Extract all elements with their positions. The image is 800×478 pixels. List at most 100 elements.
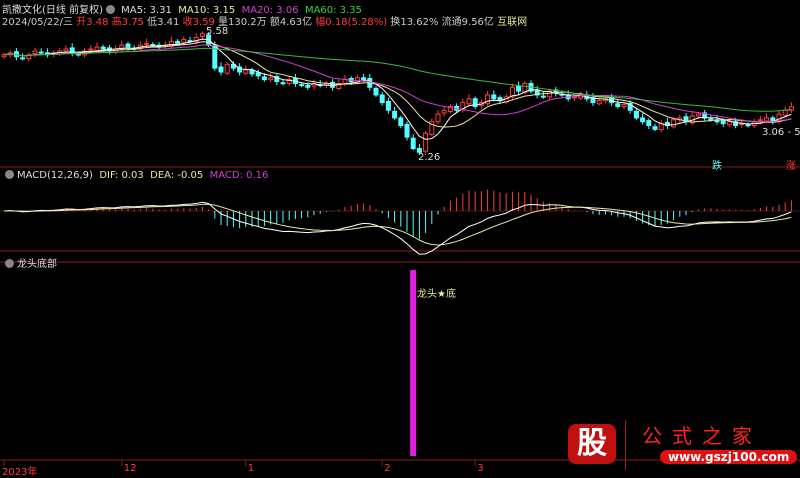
candle <box>125 43 131 48</box>
high-annotation: 5.58 <box>206 26 229 37</box>
quote-line: 2024/05/22/三 开3.48 高3.75 低3.41 收3.59 量13… <box>2 13 527 28</box>
candle <box>621 104 627 107</box>
x-tick-label: 12 <box>123 463 137 474</box>
x-tick-label: 1 <box>247 463 255 474</box>
candle <box>88 48 94 51</box>
candle <box>94 46 100 51</box>
macd-title: MACD(12,26,9) <box>17 170 93 181</box>
low-annotation: 2.26 <box>418 152 441 163</box>
candle <box>646 120 652 127</box>
candle <box>175 40 181 44</box>
candle <box>410 137 416 150</box>
indicator-legend: 龙头底部 <box>2 255 57 270</box>
watermark-name: 公式之家 <box>642 424 762 448</box>
candle <box>485 94 491 105</box>
candle <box>516 85 522 92</box>
candle <box>764 117 770 122</box>
candle <box>392 110 398 119</box>
candle <box>745 124 751 127</box>
candle <box>181 38 187 43</box>
candle <box>652 126 658 130</box>
candle <box>299 84 305 87</box>
low: 3.41 <box>157 17 180 28</box>
candle <box>385 100 391 111</box>
candle <box>466 98 472 105</box>
candle <box>757 119 763 122</box>
candle <box>435 113 441 123</box>
amount: 额4.63亿 <box>269 17 313 28</box>
candle <box>218 66 224 73</box>
candle <box>615 103 621 107</box>
watermark-url: www.gszj100.com <box>660 450 798 464</box>
turnover: 换13.62% <box>390 17 439 28</box>
signal-bar <box>410 270 417 456</box>
candle <box>782 109 788 116</box>
candle <box>32 50 38 55</box>
up-label: 涨 <box>786 161 796 172</box>
x-tick-label: 3 <box>477 463 484 474</box>
low-label: 低 <box>147 17 158 28</box>
high: 3.75 <box>121 17 144 28</box>
signal-label: 龙头★底 <box>417 289 456 300</box>
candle <box>491 94 497 100</box>
candle <box>671 119 677 128</box>
watermark-logo: 股 <box>568 424 616 464</box>
change: 0.18(5.28%) <box>325 17 388 28</box>
candle <box>224 63 230 74</box>
candle <box>255 72 261 77</box>
open-label: 开 <box>76 17 87 28</box>
stock-chart[interactable]: 凯撒文化(日线 前复权) MA5: 3.31 MA10: 3.15 MA20: … <box>0 0 800 478</box>
ma10-line <box>3 41 792 128</box>
change-label: 幅 <box>315 17 326 28</box>
candle <box>726 121 732 126</box>
candle <box>38 51 44 54</box>
candle <box>280 82 286 85</box>
candle <box>75 53 81 56</box>
candle <box>423 132 429 152</box>
candle <box>342 79 348 84</box>
dropdown-icon[interactable] <box>5 259 14 268</box>
candle <box>720 120 726 125</box>
sector[interactable]: 互联网 <box>497 17 527 28</box>
candle <box>379 94 385 104</box>
ma20-line <box>3 44 792 123</box>
candle <box>20 57 26 60</box>
open: 3.48 <box>86 17 109 28</box>
candle <box>373 87 379 96</box>
x-tick-label: 2 <box>384 463 391 474</box>
candle <box>63 48 69 52</box>
candle <box>540 95 546 98</box>
range-annotation: 3.06 - 5.0 <box>762 127 800 138</box>
candle <box>100 46 106 50</box>
candle <box>150 43 156 46</box>
candle <box>361 77 367 81</box>
candle <box>596 100 602 105</box>
dea-value: DEA: -0.05 <box>150 170 204 181</box>
close-label: 收 <box>182 17 193 28</box>
chart-canvas[interactable] <box>0 0 800 476</box>
candle <box>404 123 410 138</box>
watermark: 股 公式之家 www.gszj100.com <box>560 420 798 470</box>
float-cap: 流通9.56亿 <box>441 17 494 28</box>
candle <box>695 113 701 117</box>
candle <box>199 33 205 37</box>
dropdown-icon[interactable] <box>5 170 14 179</box>
candle <box>633 110 639 119</box>
candle <box>658 123 664 130</box>
high-label: 高 <box>111 17 122 28</box>
down-label: 跌 <box>712 161 722 172</box>
macd-value: MACD: 0.16 <box>209 170 269 181</box>
candle <box>441 109 447 114</box>
dif-value: DIF: 0.03 <box>99 170 144 181</box>
candle <box>144 42 150 45</box>
candle <box>305 84 311 88</box>
indicator-title: 龙头底部 <box>17 259 57 270</box>
ma60-line <box>3 47 792 112</box>
candle <box>243 69 249 74</box>
candle <box>398 117 404 127</box>
macd-legend: MACD(12,26,9) DIF: 0.03 DEA: -0.05 MACD:… <box>2 170 268 181</box>
date: 2024/05/22/三 <box>2 17 74 28</box>
candle <box>708 118 714 121</box>
candle <box>268 77 274 81</box>
candle <box>261 76 267 81</box>
